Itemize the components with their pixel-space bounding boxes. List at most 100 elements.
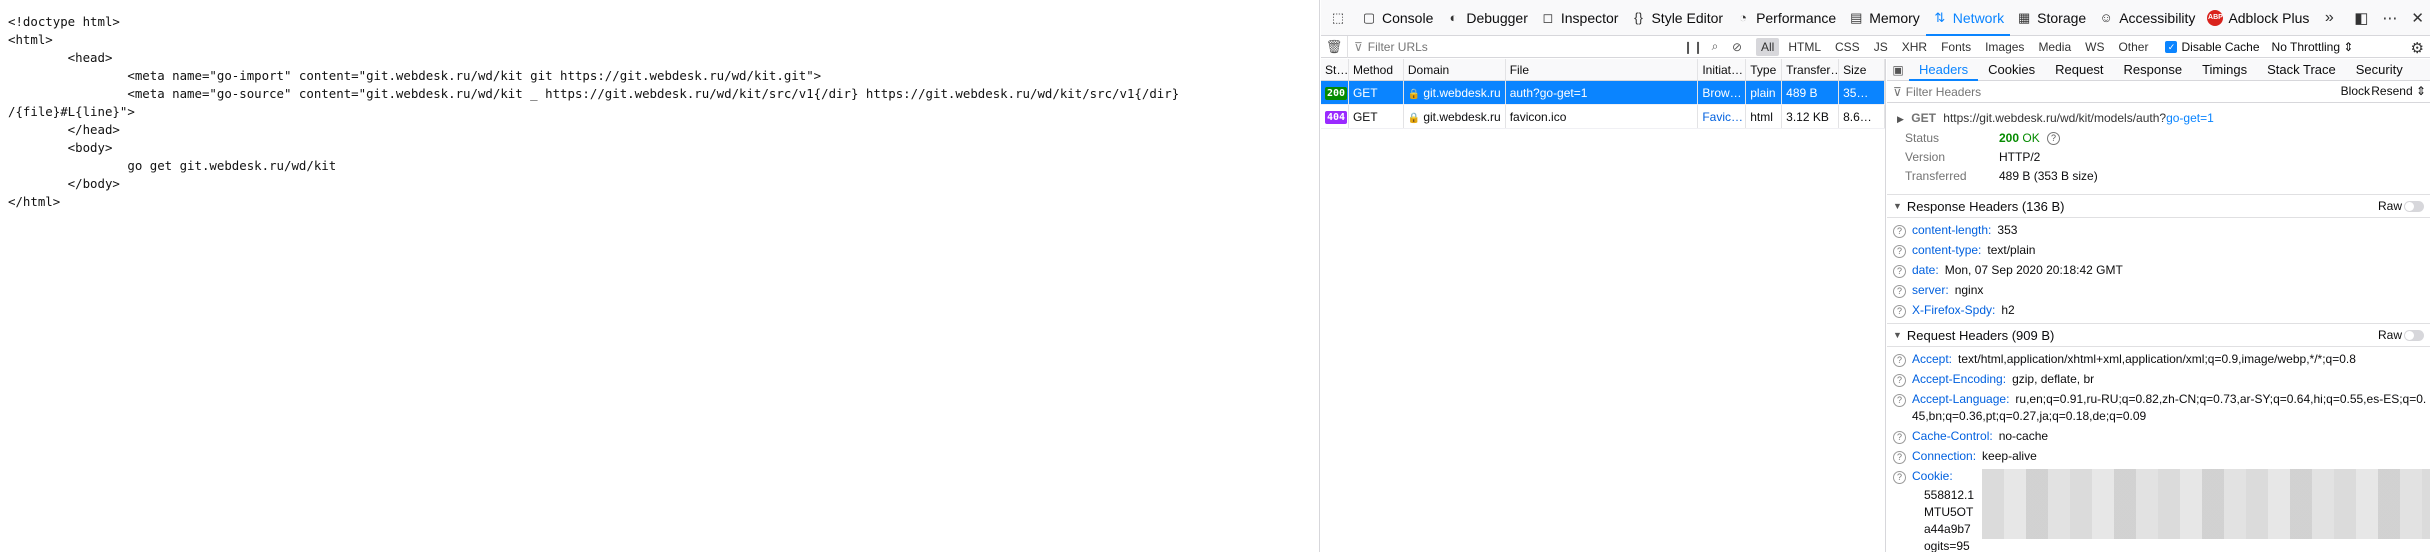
details-tab-request[interactable]: Request: [2045, 59, 2113, 81]
dock-icon[interactable]: ◧: [2354, 9, 2368, 27]
disable-cache-toggle[interactable]: ✓ Disable Cache: [2165, 40, 2260, 54]
tab-debugger[interactable]: ◐ Debugger: [1439, 0, 1534, 36]
tab-memory[interactable]: ▤ Memory: [1842, 0, 1926, 36]
help-icon[interactable]: ?: [1893, 431, 1906, 444]
header-help: ?: [1893, 468, 1912, 485]
help-icon[interactable]: ?: [1893, 265, 1906, 278]
type-filter-images[interactable]: Images: [1980, 38, 2029, 56]
type-filter-ws[interactable]: WS: [2080, 38, 2109, 56]
more-tools-button[interactable]: »: [2315, 0, 2343, 36]
table-cell-method: GET: [1349, 105, 1404, 128]
raw-toggle[interactable]: [2404, 201, 2424, 212]
help-icon[interactable]: ?: [1893, 305, 1906, 318]
help-icon[interactable]: ?: [1893, 374, 1906, 387]
column-header[interactable]: File: [1506, 59, 1699, 80]
toggle-sidebar-icon[interactable]: ▣: [1887, 63, 1909, 77]
status-value: 200 OK ?: [1999, 129, 2061, 148]
version-value: HTTP/2: [1999, 150, 2041, 164]
source-line: <meta name="go-source" content="git.webd…: [8, 86, 1180, 101]
devtools-window-controls: ◧ ⋯ ✕: [2354, 0, 2424, 36]
adblock-plus-icon: ABP: [2207, 9, 2224, 26]
type-filter-css[interactable]: CSS: [1830, 38, 1865, 56]
tab-accessibility[interactable]: ☺ Accessibility: [2092, 0, 2201, 36]
filter-urls-input[interactable]: [1367, 39, 1658, 54]
search-icon[interactable]: ⌕: [1704, 39, 1726, 54]
table-row[interactable]: 404 GET 🔒 git.webdesk.ru favicon.ico Favic… ht…: [1321, 105, 1885, 129]
tab-label: Inspector: [1560, 9, 1619, 26]
pause-icon[interactable]: ❙❙: [1682, 40, 1704, 54]
help-icon[interactable]: ?: [1893, 471, 1906, 484]
more-options-icon[interactable]: ⋯: [2382, 9, 2397, 27]
gear-icon[interactable]: ⚙: [2411, 39, 2424, 57]
tab-performance[interactable]: ◔ Performance: [1729, 0, 1842, 36]
type-filter-fonts[interactable]: Fonts: [1936, 38, 1976, 56]
response-headers-section[interactable]: ▼ Response Headers (136 B) Raw: [1887, 194, 2430, 218]
header-text: Accept-Encoding: gzip, deflate, br: [1912, 371, 2094, 388]
help-icon[interactable]: ?: [1893, 285, 1906, 298]
block-button[interactable]: Block: [2341, 84, 2370, 98]
filter-headers-input[interactable]: [1905, 84, 2206, 99]
close-icon[interactable]: ✕: [2411, 9, 2424, 27]
column-header[interactable]: Size: [1839, 59, 1885, 80]
type-filter-other[interactable]: Other: [2113, 38, 2153, 56]
column-header[interactable]: St…: [1321, 59, 1349, 80]
tab-console[interactable]: ▢ Console: [1355, 0, 1439, 36]
header-row: ? content-type: text/plain: [1887, 241, 2430, 261]
table-cell-transferred: 489 B: [1782, 81, 1840, 104]
header-name: content-type:: [1912, 243, 1982, 257]
help-icon[interactable]: ?: [1893, 354, 1906, 367]
header-row: ? date: Mon, 07 Sep 2020 20:18:42 GMT: [1887, 261, 2430, 281]
table-cell-size: 35…: [1839, 81, 1885, 104]
type-filter-media[interactable]: Media: [2033, 38, 2076, 56]
resend-button[interactable]: Resend ⇕: [2371, 84, 2426, 98]
header-row: ? server: nginx: [1887, 281, 2430, 301]
clear-requests-icon[interactable]: 🗑: [1321, 39, 1347, 55]
column-header[interactable]: Initiat…: [1698, 59, 1747, 80]
details-tab-cookies[interactable]: Cookies: [1978, 59, 2045, 81]
status-badge: 404: [1325, 111, 1348, 125]
block-requests-icon[interactable]: ⊘: [1726, 40, 1748, 54]
source-line: /{file}#L{line}">: [8, 104, 135, 119]
chevron-double-right-icon: »: [2324, 8, 2334, 26]
help-icon[interactable]: ?: [1893, 394, 1906, 407]
details-tab-stack-trace[interactable]: Stack Trace: [2257, 59, 2346, 81]
details-tab-response[interactable]: Response: [2114, 59, 2193, 81]
type-filter-html[interactable]: HTML: [1783, 38, 1826, 56]
help-icon[interactable]: ?: [1893, 245, 1906, 258]
details-tab-headers[interactable]: Headers: [1909, 59, 1979, 81]
tab-network[interactable]: ⇅ Network: [1925, 0, 2011, 36]
throttling-select[interactable]: No Throttling ⇕: [2272, 40, 2354, 54]
tab-style-editor[interactable]: {} Style Editor: [1624, 0, 1729, 36]
request-headers-section[interactable]: ▼ Request Headers (909 B) Raw: [1887, 323, 2430, 347]
status-label: Status: [1905, 131, 1940, 145]
header-text: content-length: 353: [1912, 222, 2017, 239]
type-filter-xhr[interactable]: XHR: [1897, 38, 1932, 56]
tab-label: Console: [1382, 9, 1434, 26]
request-url-summary[interactable]: ▶ GET https://git.webdesk.ru/wd/kit/mode…: [1887, 103, 2430, 129]
table-cell-file: favicon.ico: [1506, 105, 1699, 128]
table-row[interactable]: 200 GET 🔒 git.webdesk.ru auth?go-get=1 Brow… p…: [1321, 81, 1885, 105]
network-icon: ⇅: [1934, 9, 1946, 25]
devtools-toolbar: ⬚ ▢ Console ◐ Debugger ◻ Inspector {} Style Edi…: [1321, 0, 2430, 36]
help-icon[interactable]: ?: [1893, 451, 1906, 464]
column-header[interactable]: Domain: [1404, 59, 1506, 80]
type-filter-js[interactable]: JS: [1869, 38, 1893, 56]
details-tab-timings[interactable]: Timings: [2192, 59, 2257, 81]
column-header[interactable]: Type: [1746, 59, 1783, 80]
details-tab-security[interactable]: Security: [2346, 59, 2413, 81]
raw-toggle[interactable]: [2404, 330, 2424, 341]
tab-label: Style Editor: [1651, 9, 1724, 26]
filter-urls-box: ⊽: [1347, 35, 1682, 58]
transferred-row: Transferred 489 B (353 B size): [1887, 167, 2430, 186]
help-icon[interactable]: ?: [1893, 225, 1906, 238]
column-header[interactable]: Method: [1349, 59, 1404, 80]
help-icon[interactable]: ?: [2047, 132, 2061, 146]
element-picker-button[interactable]: ⬚: [1321, 0, 1355, 36]
tab-adblock-plus[interactable]: ABP Adblock Plus: [2201, 0, 2315, 36]
tab-storage[interactable]: ▦ Storage: [2010, 0, 2092, 36]
tab-label: Performance: [1756, 9, 1837, 26]
request-url-query: go-get=1: [2166, 111, 2214, 125]
column-header[interactable]: Transfer…: [1782, 59, 1840, 80]
tab-inspector[interactable]: ◻ Inspector: [1534, 0, 1625, 36]
type-filter-all[interactable]: All: [1756, 37, 1780, 56]
